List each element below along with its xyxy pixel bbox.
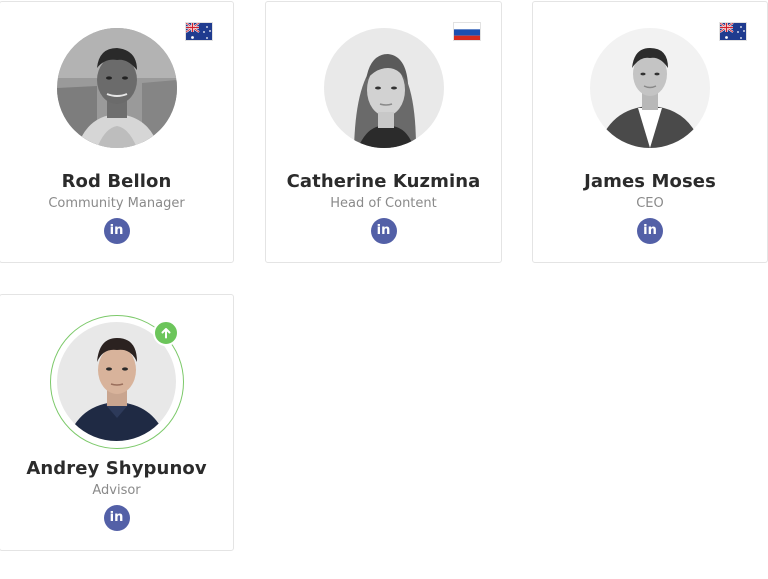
member-role: Head of Content: [330, 196, 437, 211]
team-card-andrey-shypunov: Andrey Shypunov Advisor in: [0, 294, 234, 551]
team-card-james-moses: James Moses CEO in: [532, 1, 768, 263]
james-moses-photo: [590, 28, 710, 148]
member-name: Rod Bellon: [61, 171, 172, 192]
rod-bellon-photo: [56, 28, 177, 148]
linkedin-icon[interactable]: in: [370, 218, 397, 244]
russia-flag-icon: [453, 22, 481, 41]
catherine-kuzmina-photo: [323, 28, 444, 148]
team-card-catherine-kuzmina: Catherine Kuzmina Head of Content in: [265, 1, 502, 263]
linkedin-icon[interactable]: in: [637, 218, 663, 244]
andrey-shypunov-avatar: [49, 315, 184, 449]
member-name: Catherine Kuzmina: [286, 171, 481, 192]
australia-flag-icon: [719, 22, 747, 41]
australia-flag-icon: [185, 22, 213, 41]
member-name: Andrey Shypunov: [26, 458, 207, 479]
member-role: CEO: [636, 196, 664, 211]
linkedin-icon[interactable]: in: [103, 505, 130, 531]
member-name: James Moses: [584, 171, 716, 192]
arrow-up-badge-icon: [152, 320, 179, 346]
team-card-rod-bellon: Rod Bellon Community Manager in: [0, 1, 234, 263]
member-role: Advisor: [92, 483, 141, 498]
member-role: Community Manager: [48, 196, 185, 211]
linkedin-icon[interactable]: in: [103, 218, 130, 244]
